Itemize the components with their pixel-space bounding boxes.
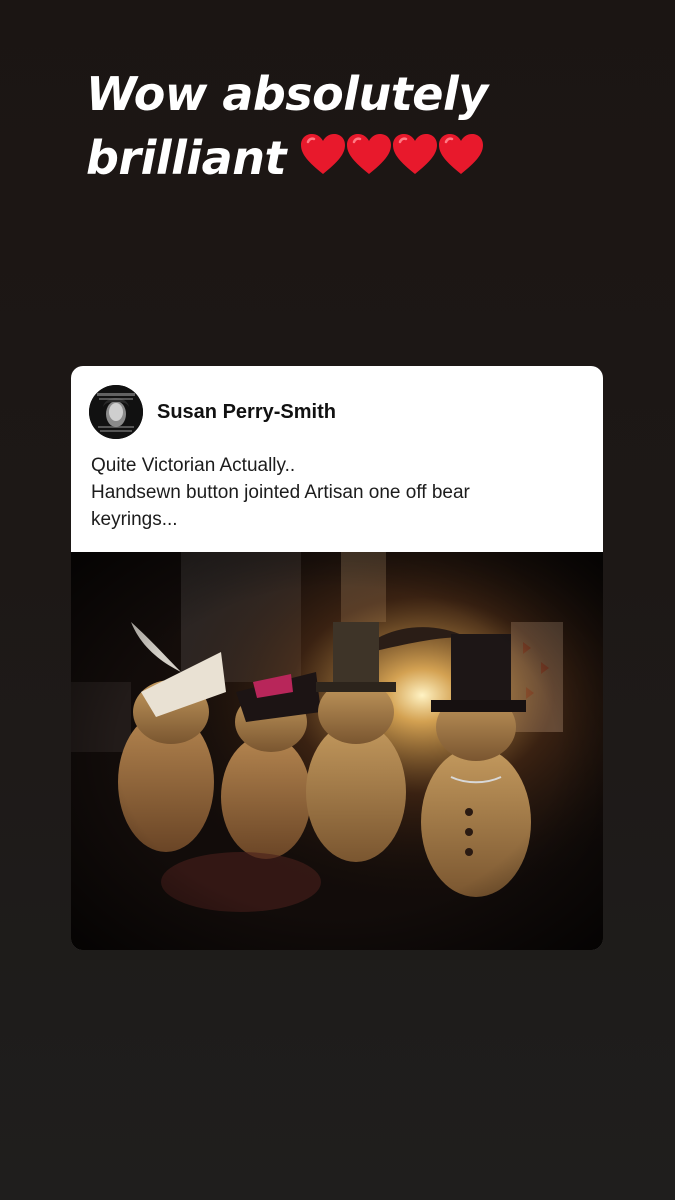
heart-icon <box>346 134 391 174</box>
heart-icon <box>392 134 437 174</box>
heart-icon <box>300 134 345 174</box>
story-view: Wow absolutely brilliant Susan Perry-Smi… <box>0 0 675 1200</box>
post-text-line-1: Quite Victorian Actually.. <box>91 455 296 476</box>
hearts-group <box>298 130 483 196</box>
post-photo[interactable] <box>71 552 603 950</box>
post-text-line-3: keyrings... <box>91 509 178 530</box>
caption-line-2-text: brilliant <box>86 131 286 185</box>
profile-avatar[interactable] <box>89 385 143 439</box>
post-text: Quite Victorian Actually.. Handsewn butt… <box>91 452 591 533</box>
caption-line-1: Wow absolutely <box>86 67 488 121</box>
heart-icon <box>438 134 483 174</box>
caption-line-2: brilliant <box>86 126 646 196</box>
post-text-line-2: Handsewn button jointed Artisan one off … <box>91 482 470 503</box>
post-author-name[interactable]: Susan Perry-Smith <box>157 401 336 424</box>
post-header: Susan Perry-Smith <box>71 366 603 452</box>
shared-post-card[interactable]: Susan Perry-Smith Quite Victorian Actual… <box>71 366 603 950</box>
story-caption: Wow absolutely brilliant <box>86 62 646 196</box>
